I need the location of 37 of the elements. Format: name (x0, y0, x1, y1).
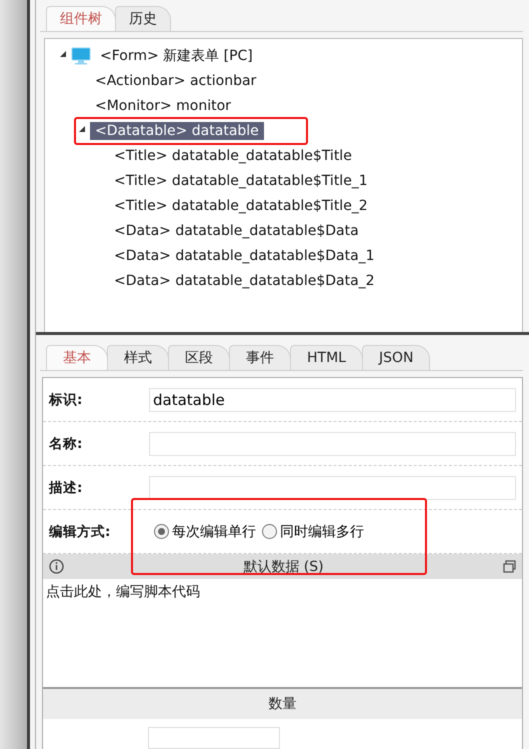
tree-node[interactable]: <Data> datatable_datatable$Data_1 (109, 246, 380, 264)
field-label: 标识: (49, 390, 84, 408)
tree-node[interactable]: <Title> datatable_datatable$Title_1 (109, 172, 373, 190)
field-label: 编辑方式: (49, 522, 112, 540)
radio-button[interactable] (262, 524, 277, 539)
expand-arrow-icon[interactable] (78, 125, 86, 133)
tree-node[interactable]: <Title> datatable_datatable$Title (109, 146, 357, 164)
tree-node[interactable]: <Title> datatable_datatable$Title_2 (109, 196, 373, 214)
radio-button[interactable] (154, 524, 169, 539)
text-field[interactable] (149, 476, 516, 500)
tree-node[interactable]: <Data> datatable_datatable$Data (109, 222, 364, 240)
tab[interactable]: 样式 (107, 345, 169, 370)
tab[interactable]: 组件树 (46, 6, 116, 31)
radio-option[interactable]: 每次编辑单行 (154, 522, 256, 540)
tab[interactable]: 基本 (46, 345, 108, 370)
expand-arrow-icon[interactable] (59, 50, 67, 58)
tab[interactable]: JSON (362, 345, 430, 370)
monitor-icon (71, 46, 91, 64)
field-label: 名称: (49, 434, 84, 452)
tree-node[interactable]: <Actionbar> actionbar (90, 72, 262, 90)
tab[interactable]: 事件 (229, 345, 291, 370)
tree-node[interactable]: <Datatable> datatable (90, 122, 264, 140)
tab[interactable]: 区段 (168, 345, 230, 370)
section-title: 数量 (268, 695, 296, 713)
text-field[interactable] (148, 727, 280, 749)
field-label: 描述: (49, 478, 84, 496)
tab[interactable]: HTML (290, 345, 363, 370)
text-field[interactable]: datatable (149, 388, 516, 412)
text-field[interactable] (149, 432, 516, 456)
tree-node[interactable]: <Data> datatable_datatable$Data_2 (109, 272, 380, 290)
tree-node[interactable]: <Form> 新建表单 [PC] (95, 46, 258, 66)
tab[interactable]: 历史 (115, 6, 171, 31)
tree-node[interactable]: <Monitor> monitor (90, 96, 236, 114)
section-title: 默认数据 (S) (243, 558, 324, 576)
info-icon[interactable] (49, 559, 64, 574)
radio-option[interactable]: 同时编辑多行 (262, 522, 364, 540)
restore-window-icon[interactable] (502, 560, 516, 573)
